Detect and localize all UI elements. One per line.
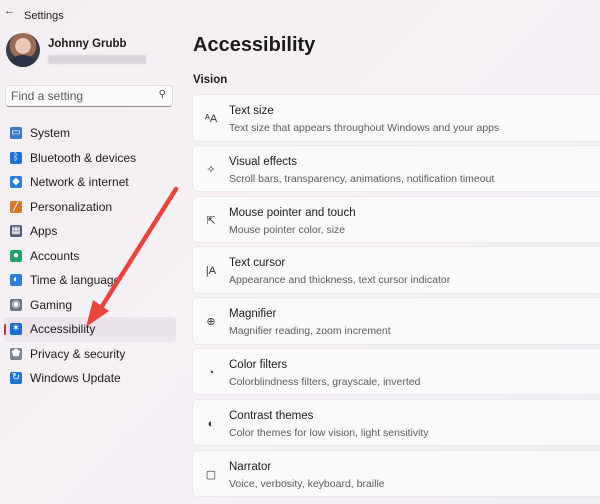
title-bar: ← Settings [0, 0, 600, 30]
search-icon[interactable]: ⚲ [159, 89, 166, 100]
wifi-icon: ◆ [10, 176, 22, 188]
controller-icon: ◉ [10, 298, 22, 311]
sidebar-item-apps[interactable]: ▦ Apps [4, 219, 176, 244]
card-description: Colorblindness filters, grayscale, inver… [229, 375, 421, 388]
search-input[interactable] [11, 88, 151, 104]
card-description: Mouse pointer color, size [229, 223, 346, 236]
sidebar-item-label: Bluetooth & devices [30, 150, 137, 165]
sidebar-item-accounts[interactable]: ● Accounts [4, 244, 176, 269]
card-description: Magnifier reading, zoom increment [229, 325, 391, 338]
sidebar-nav: ▭ System ᛒ Bluetooth & devices ◆ Network & in… [4, 121, 176, 391]
search-box[interactable]: ⚲ [5, 85, 173, 107]
apps-icon: ▦ [10, 225, 22, 237]
card-title: Magnifier [229, 308, 277, 321]
sidebar-item-label: Accessibility [30, 322, 96, 336]
sidebar-item-label: Network & internet [30, 175, 129, 189]
page-title: Accessibility [193, 34, 316, 56]
sidebar-item-system[interactable]: ▭ System [4, 121, 176, 146]
globe-clock-icon: ◐ [10, 274, 22, 286]
card-title: Visual effects [229, 155, 297, 168]
pointer-icon: ⇱ [206, 214, 216, 227]
sidebar-item-windows-update[interactable]: ↻ Windows Update [4, 366, 176, 391]
setting-card-contrast-themes[interactable]: ◐ Contrast themes Color themes for low vis… [192, 398, 600, 447]
sidebar-item-label: Gaming [30, 297, 73, 312]
card-description: Text size that appears throughout Window… [229, 122, 500, 134]
update-icon: ↻ [10, 372, 22, 384]
setting-card-color-filters[interactable]: ◔ Color filters Colorblindness filters, gr… [192, 347, 600, 396]
card-description: Scroll bars, transparency, animations, n… [229, 172, 495, 185]
setting-card-magnifier[interactable]: ⊕ Magnifier Magnifier reading, zoom increm… [192, 297, 600, 345]
sidebar-item-label: Time & language [30, 273, 121, 287]
sidebar-item-gaming[interactable]: ◉ Gaming [4, 293, 176, 318]
bluetooth-icon: ᛒ [10, 151, 22, 164]
magnifier-icon: ⊕ [206, 316, 216, 329]
person-icon: ● [10, 249, 22, 262]
sidebar-item-label: Personalization [30, 199, 113, 214]
sidebar-item-time-language[interactable]: ◐ Time & language [4, 268, 176, 293]
monitor-icon: ▭ [10, 127, 22, 139]
setting-card-text-cursor[interactable]: |A Text cursor Appearance and thickness, t… [192, 246, 600, 294]
card-description: Color themes for low vision, light sensi… [229, 426, 429, 439]
sidebar-item-label: Windows Update [30, 371, 121, 385]
contrast-icon: ◐ [207, 417, 215, 430]
active-indicator [4, 324, 6, 335]
accessibility-icon: ✶ [10, 323, 22, 335]
brush-icon: ╱ [10, 200, 22, 213]
section-title-vision: Vision [193, 74, 228, 86]
sidebar-item-label: System [30, 126, 71, 140]
sidebar-item-label: Apps [30, 224, 58, 238]
sidebar-item-label: Privacy & security [30, 346, 126, 361]
setting-card-text-size[interactable]: ᴬA Text size Text size that appears throug… [192, 94, 600, 142]
card-title: Text cursor [229, 257, 286, 270]
back-arrow-icon[interactable]: ← [4, 5, 16, 17]
card-title: Color filters [229, 358, 288, 371]
settings-card-list: ᴬA Text size Text size that appears throug… [192, 94, 600, 500]
sidebar-item-network-internet[interactable]: ◆ Network & internet [4, 170, 176, 195]
setting-card-mouse-pointer-and-touch[interactable]: ⇱ Mouse pointer and touch Mouse pointer co… [192, 195, 600, 244]
sparkle-icon: ✧ [206, 163, 216, 176]
sidebar-item-bluetooth-devices[interactable]: ᛒ Bluetooth & devices [4, 146, 176, 171]
app-title: Settings [24, 10, 64, 22]
shield-icon: ⬟ [10, 347, 22, 360]
setting-card-narrator[interactable]: ▢ Narrator Voice, verbosity, keyboard, bra… [192, 449, 600, 498]
user-email-redacted [48, 55, 146, 64]
text-cursor-icon: |A [205, 265, 217, 278]
sidebar-item-accessibility[interactable]: ✶ Accessibility [4, 317, 176, 342]
sidebar-item-personalization[interactable]: ╱ Personalization [4, 195, 176, 220]
sidebar-item-label: Accounts [30, 248, 80, 263]
user-name: Johnny Grubb [48, 38, 127, 50]
text-size-icon: ᴬA [204, 113, 218, 125]
setting-card-visual-effects[interactable]: ✧ Visual effects Scroll bars, transparency… [192, 144, 600, 193]
sidebar-item-privacy-security[interactable]: ⬟ Privacy & security [4, 342, 176, 367]
narrator-icon: ▢ [205, 468, 217, 481]
card-description: Appearance and thickness, text cursor in… [229, 274, 451, 287]
card-description: Voice, verbosity, keyboard, braille [229, 477, 385, 490]
palette-icon: ◔ [207, 366, 215, 379]
card-title: Contrast themes [229, 409, 314, 422]
card-title: Narrator [229, 460, 272, 473]
avatar [6, 33, 40, 67]
card-title: Mouse pointer and touch [229, 206, 356, 219]
card-title: Text size [229, 105, 274, 117]
